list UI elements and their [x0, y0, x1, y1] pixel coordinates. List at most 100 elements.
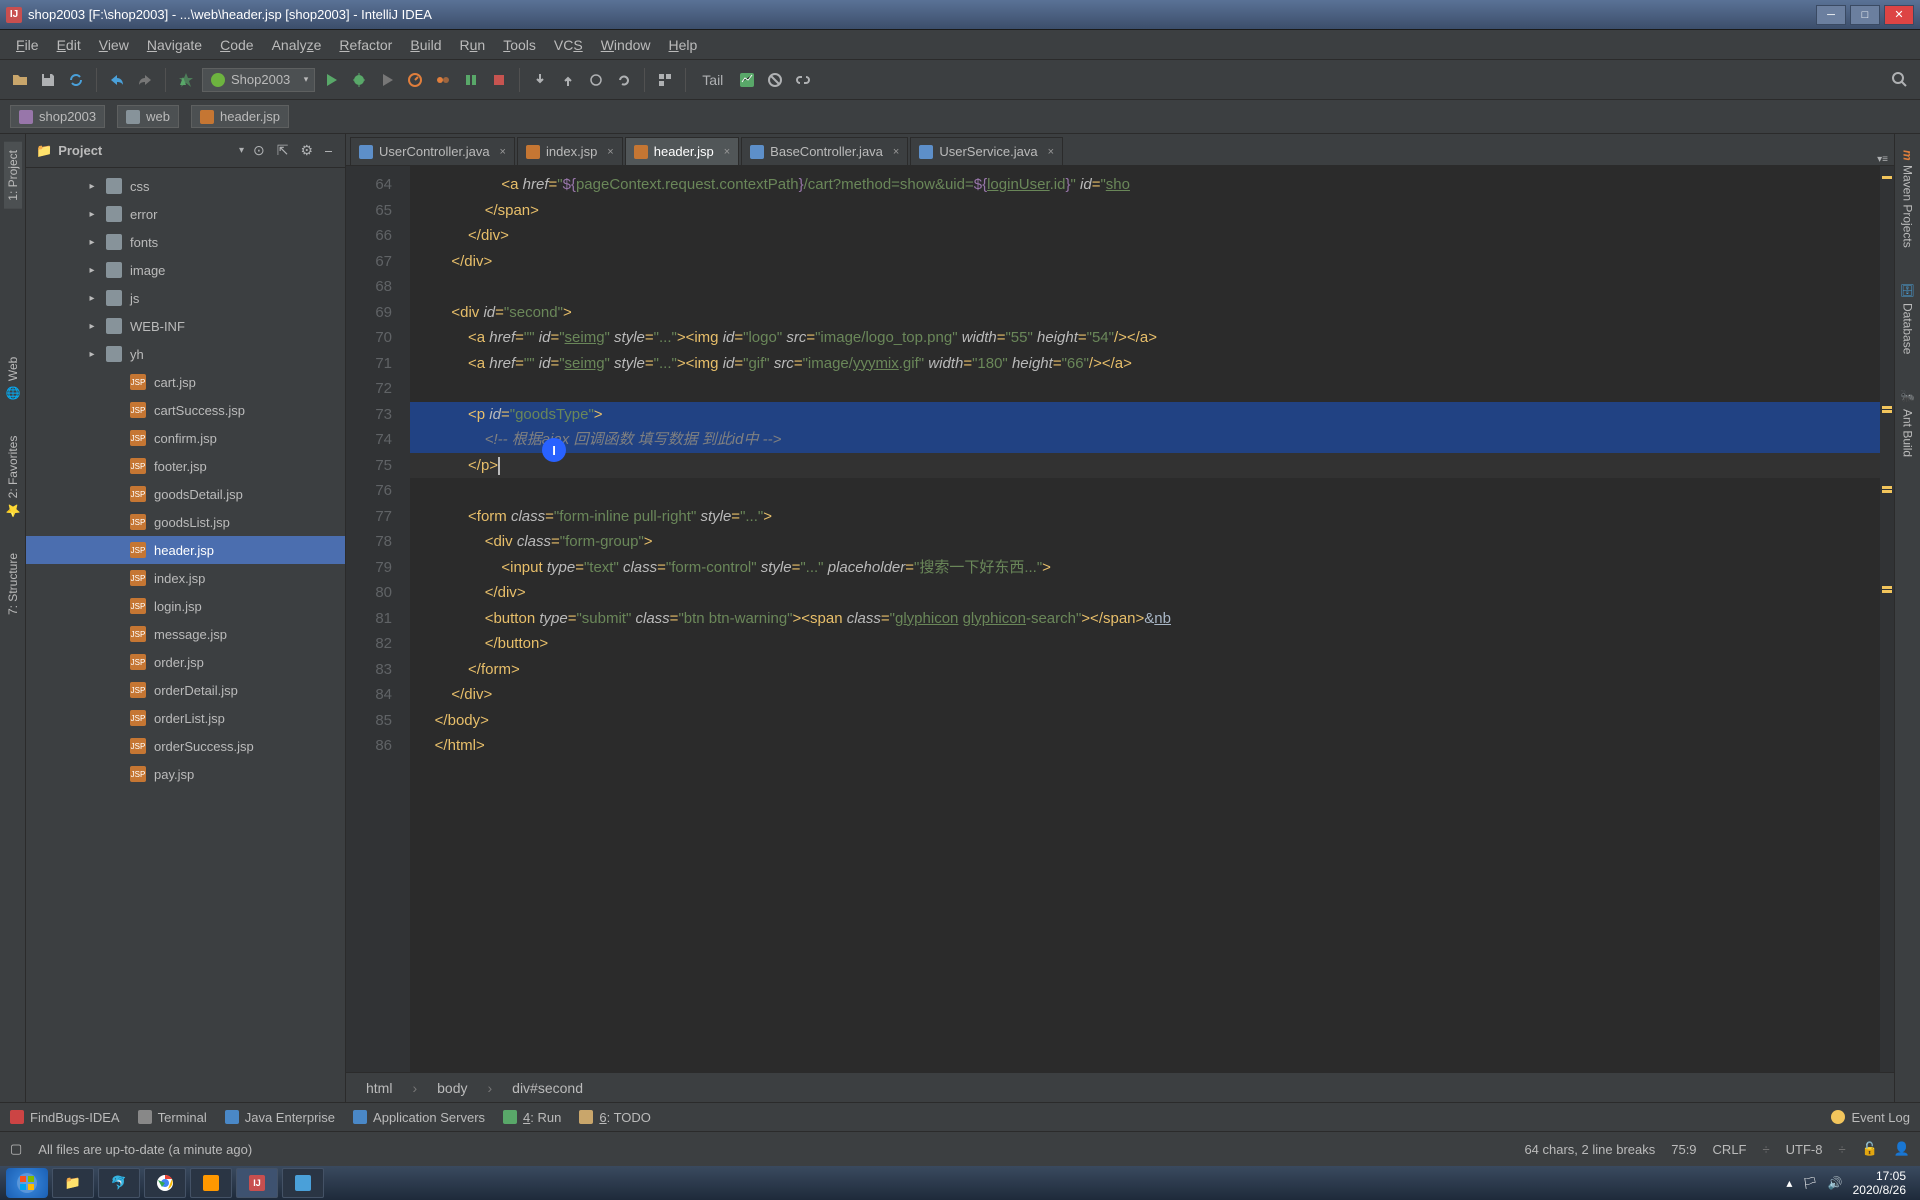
editor-tab-BaseController-java[interactable]: BaseController.java× [741, 137, 908, 165]
status-lock-icon[interactable]: 🔓 [1862, 1141, 1878, 1157]
breadcrumb-file[interactable]: header.jsp [191, 105, 289, 128]
tree-item-index-jsp[interactable]: JSPindex.jsp [26, 564, 345, 592]
save-icon[interactable] [36, 68, 60, 92]
menu-build[interactable]: Build [402, 33, 449, 57]
tree-item-order-jsp[interactable]: JSPorder.jsp [26, 648, 345, 676]
tree-item-js[interactable]: ▸js [26, 284, 345, 312]
tool-event-log[interactable]: Event Log [1831, 1110, 1910, 1125]
maximize-button[interactable]: □ [1850, 5, 1880, 25]
menu-vcs[interactable]: VCS [546, 33, 591, 57]
structure-icon[interactable] [653, 68, 677, 92]
tree-item-cart-jsp[interactable]: JSPcart.jsp [26, 368, 345, 396]
tree-item-goodsDetail-jsp[interactable]: JSPgoodsDetail.jsp [26, 480, 345, 508]
menu-window[interactable]: Window [593, 33, 659, 57]
vcs-update-icon[interactable] [528, 68, 552, 92]
undo-icon[interactable] [105, 68, 129, 92]
menu-analyze[interactable]: Analyze [264, 33, 330, 57]
system-tray[interactable]: ▴ 🏳 🔊 17:05 2020/8/26 [1778, 1169, 1914, 1197]
run-configuration-dropdown[interactable]: Shop2003 [202, 68, 315, 92]
menu-tools[interactable]: Tools [495, 33, 544, 57]
tab-dropdown-icon[interactable]: ▾≡ [1877, 154, 1888, 165]
tree-item-orderList-jsp[interactable]: JSPorderList.jsp [26, 704, 345, 732]
crumb-html[interactable]: html [366, 1080, 392, 1096]
block-icon[interactable] [763, 68, 787, 92]
task-sublime[interactable] [190, 1168, 232, 1198]
tool-findbugs[interactable]: FindBugs-IDEA [10, 1110, 120, 1125]
tree-item-cartSuccess-jsp[interactable]: JSPcartSuccess.jsp [26, 396, 345, 424]
editor-tab-UserController-java[interactable]: UserController.java× [350, 137, 515, 165]
status-encoding[interactable]: UTF-8 [1786, 1142, 1823, 1157]
gear-icon[interactable]: ⚙ [297, 142, 316, 159]
close-button[interactable]: ✕ [1884, 5, 1914, 25]
tree-item-yh[interactable]: ▸yh [26, 340, 345, 368]
start-button[interactable] [6, 1168, 48, 1198]
rail-web[interactable]: 🌐 Web [4, 349, 22, 408]
error-stripe[interactable] [1880, 166, 1894, 1072]
editor-body[interactable]: 6465666768697071727374757677787980818283… [346, 166, 1894, 1072]
menu-edit[interactable]: Edit [49, 33, 89, 57]
tree-item-error[interactable]: ▸error [26, 200, 345, 228]
crumb-div[interactable]: div#second [512, 1080, 583, 1096]
tray-volume-icon[interactable]: 🔊 [1828, 1176, 1843, 1190]
collapse-icon[interactable]: ⇱ [274, 142, 292, 159]
project-tree[interactable]: ▸css▸error▸fonts▸image▸js▸WEB-INF▸yhJSPc… [26, 168, 345, 1102]
concurrency-icon[interactable] [431, 68, 455, 92]
sync-icon[interactable] [64, 68, 88, 92]
close-tab-icon[interactable]: × [889, 146, 899, 158]
tree-item-login-jsp[interactable]: JSPlogin.jsp [26, 592, 345, 620]
crumb-body[interactable]: body [437, 1080, 467, 1096]
status-position[interactable]: 75:9 [1671, 1142, 1696, 1157]
tree-item-goodsList-jsp[interactable]: JSPgoodsList.jsp [26, 508, 345, 536]
tree-item-image[interactable]: ▸image [26, 256, 345, 284]
link-icon[interactable] [791, 68, 815, 92]
tree-item-confirm-jsp[interactable]: JSPconfirm.jsp [26, 424, 345, 452]
hide-icon[interactable]: ⎯ [322, 142, 335, 159]
rail-project[interactable]: 1: Project [4, 142, 22, 209]
tool-app-servers[interactable]: Application Servers [353, 1110, 485, 1125]
tool-terminal[interactable]: Terminal [138, 1110, 207, 1125]
redo-icon[interactable] [133, 68, 157, 92]
task-explorer[interactable]: 📁 [52, 1168, 94, 1198]
tail-label[interactable]: Tail [694, 72, 731, 88]
coverage-run-icon[interactable] [375, 68, 399, 92]
profile-icon[interactable] [403, 68, 427, 92]
chart-icon[interactable] [735, 68, 759, 92]
tool-todo[interactable]: 6: TODO [579, 1110, 651, 1125]
rail-structure[interactable]: 7: Structure [4, 545, 22, 623]
minimize-button[interactable]: ─ [1816, 5, 1846, 25]
close-tab-icon[interactable]: × [603, 146, 613, 158]
clock[interactable]: 17:05 2020/8/26 [1853, 1169, 1906, 1197]
status-line-separator[interactable]: CRLF [1713, 1142, 1747, 1157]
close-tab-icon[interactable]: × [1044, 146, 1054, 158]
run-icon[interactable] [319, 68, 343, 92]
menu-code[interactable]: Code [212, 33, 261, 57]
search-icon[interactable] [1888, 68, 1912, 92]
editor-tab-header-jsp[interactable]: header.jsp× [625, 137, 739, 165]
status-icon[interactable]: ▢ [10, 1141, 22, 1157]
tree-item-header-jsp[interactable]: JSPheader.jsp [26, 536, 345, 564]
attach-icon[interactable] [459, 68, 483, 92]
tree-item-WEB-INF[interactable]: ▸WEB-INF [26, 312, 345, 340]
stop-icon[interactable] [487, 68, 511, 92]
debug-icon[interactable] [347, 68, 371, 92]
build-icon[interactable] [174, 68, 198, 92]
task-app2[interactable] [282, 1168, 324, 1198]
rail-ant[interactable]: 🐜 Ant Build [1899, 382, 1917, 465]
rail-maven[interactable]: m Maven Projects [1899, 142, 1917, 255]
menu-run[interactable]: Run [452, 33, 494, 57]
tool-run[interactable]: 4: Run [503, 1110, 561, 1125]
tree-item-pay-jsp[interactable]: JSPpay.jsp [26, 760, 345, 788]
breadcrumb-folder[interactable]: web [117, 105, 179, 128]
tree-item-orderDetail-jsp[interactable]: JSPorderDetail.jsp [26, 676, 345, 704]
tree-item-fonts[interactable]: ▸fonts [26, 228, 345, 256]
menu-file[interactable]: File [8, 33, 47, 57]
vcs-revert-icon[interactable] [612, 68, 636, 92]
tray-flag-icon[interactable]: 🏳 [1802, 1176, 1817, 1190]
tray-expand-icon[interactable]: ▴ [1786, 1176, 1792, 1190]
tree-item-footer-jsp[interactable]: JSPfooter.jsp [26, 452, 345, 480]
menu-refactor[interactable]: Refactor [331, 33, 400, 57]
menu-help[interactable]: Help [661, 33, 706, 57]
menu-view[interactable]: View [91, 33, 137, 57]
tree-item-orderSuccess-jsp[interactable]: JSPorderSuccess.jsp [26, 732, 345, 760]
rail-database[interactable]: 🗄 Database [1899, 275, 1917, 362]
